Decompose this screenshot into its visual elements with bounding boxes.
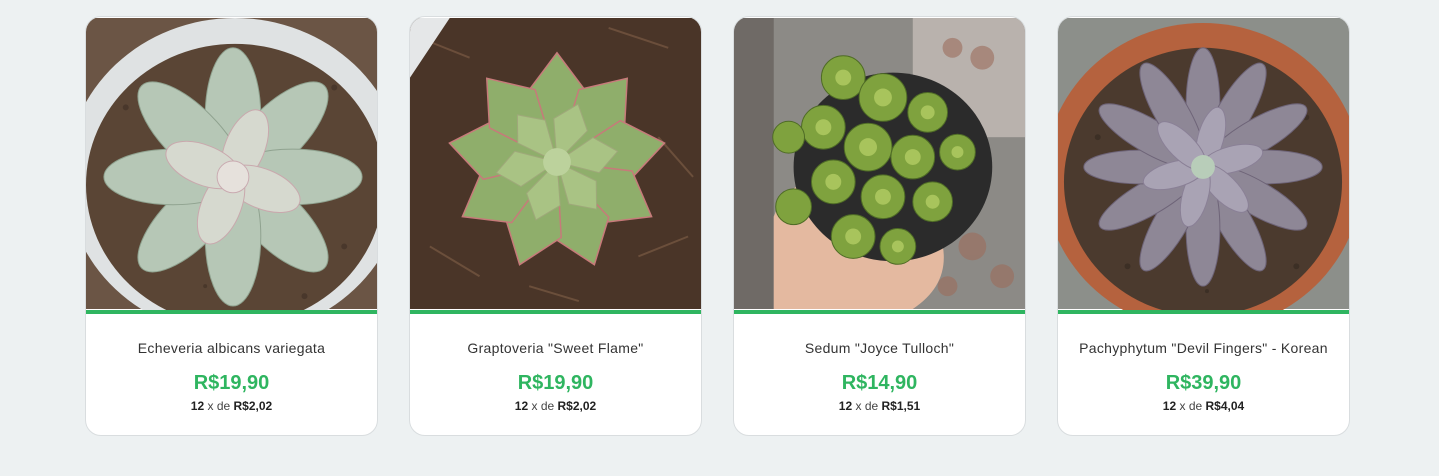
product-image[interactable]: [410, 17, 701, 310]
product-card[interactable]: Graptoveria "Sweet Flame" R$19,90 12 x d…: [409, 16, 702, 436]
product-name[interactable]: Graptoveria "Sweet Flame": [428, 340, 683, 356]
installment-joiner: x de: [1179, 399, 1203, 413]
pachyphytum-photo-icon: [1058, 18, 1349, 310]
product-info: Graptoveria "Sweet Flame" R$19,90 12 x d…: [410, 314, 701, 435]
product-name[interactable]: Echeveria albicans variegata: [104, 340, 359, 356]
installment-value: R$2,02: [233, 399, 273, 413]
product-name[interactable]: Pachyphytum "Devil Fingers" - Korean: [1076, 340, 1331, 356]
installment-joiner: x de: [855, 399, 879, 413]
product-image[interactable]: [734, 17, 1025, 310]
echeveria-photo-icon: [86, 18, 377, 310]
product-name[interactable]: Sedum "Joyce Tulloch": [752, 340, 1007, 356]
product-price: R$19,90: [517, 372, 594, 394]
product-image[interactable]: [1058, 17, 1349, 310]
installment-joiner: x de: [207, 399, 231, 413]
graptoveria-photo-icon: [410, 18, 701, 309]
installment-info: 12 x de R$4,04: [1076, 399, 1331, 413]
product-info: Echeveria albicans variegata R$19,90 12 …: [86, 314, 377, 435]
product-card[interactable]: Sedum "Joyce Tulloch" R$14,90 12 x de R$…: [733, 16, 1026, 436]
installment-value: R$2,02: [557, 399, 597, 413]
installment-info: 12 x de R$2,02: [428, 399, 683, 413]
product-card[interactable]: Pachyphytum "Devil Fingers" - Korean R$3…: [1057, 16, 1350, 436]
installment-count: 12: [514, 399, 529, 413]
installment-info: 12 x de R$1,51: [752, 399, 1007, 413]
installment-count: 12: [1162, 399, 1177, 413]
product-price: R$14,90: [841, 372, 918, 394]
installment-info: 12 x de R$2,02: [104, 399, 359, 413]
product-price: R$19,90: [193, 372, 270, 394]
installment-count: 12: [190, 399, 205, 413]
product-info: Sedum "Joyce Tulloch" R$14,90 12 x de R$…: [734, 314, 1025, 435]
product-price: R$39,90: [1165, 372, 1242, 394]
product-card[interactable]: Echeveria albicans variegata R$19,90 12 …: [85, 16, 378, 436]
product-image[interactable]: [86, 17, 377, 310]
product-info: Pachyphytum "Devil Fingers" - Korean R$3…: [1058, 314, 1349, 435]
installment-value: R$4,04: [1205, 399, 1245, 413]
installment-value: R$1,51: [881, 399, 921, 413]
product-grid: Echeveria albicans variegata R$19,90 12 …: [85, 16, 1350, 436]
sedum-photo-icon: [734, 18, 1025, 309]
installment-joiner: x de: [531, 399, 555, 413]
installment-count: 12: [838, 399, 853, 413]
